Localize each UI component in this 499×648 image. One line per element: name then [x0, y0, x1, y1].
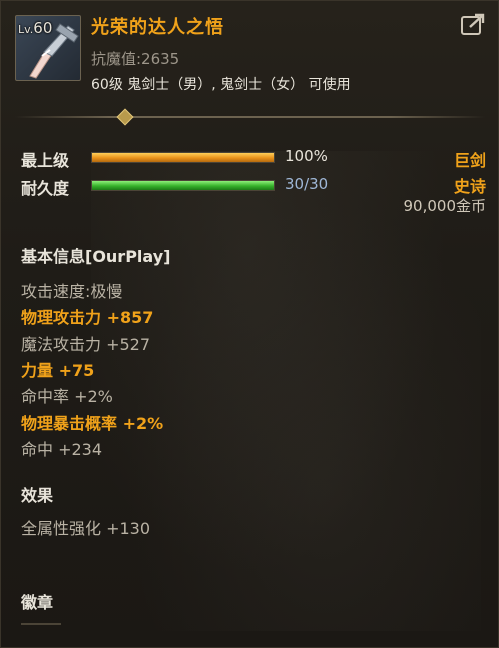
item-name: 光荣的达人之悟 [91, 17, 224, 38]
badge-divider [21, 623, 61, 625]
stat-line: 全属性强化 +130 [21, 519, 151, 538]
header-divider [15, 116, 485, 118]
stat-line: 命中 +234 [21, 439, 103, 459]
level-value: 60 [33, 19, 53, 37]
stat-line: 攻击速度:极慢 [21, 282, 123, 301]
stat-line: 物理攻击力 +857 [21, 308, 154, 328]
top-level-value: 100% [285, 147, 328, 165]
top-level-bar [91, 152, 275, 163]
durability-bar [91, 180, 275, 191]
item-tooltip: Lv.60 光荣的达人之悟 抗魔值:2635 60级 鬼剑士（男）, 鬼剑士（女… [0, 0, 499, 648]
resist-value: 抗魔值:2635 [91, 50, 180, 68]
usable-classes: 60级 鬼剑士（男）, 鬼剑士（女） 可使用 [91, 77, 351, 93]
durability-value: 30/30 [285, 175, 329, 193]
divider-ornament [116, 108, 134, 126]
stat-line: 物理暴击概率 +2% [21, 413, 164, 433]
weapon-type: 巨剑 [453, 151, 486, 170]
level-prefix: Lv. [18, 23, 34, 36]
badge-title: 徽章 [21, 593, 54, 612]
background-texture [91, 151, 481, 631]
top-level-label: 最上级 [21, 151, 70, 170]
stat-line: 魔法攻击力 +527 [21, 334, 151, 354]
stat-line: 命中率 +2% [21, 387, 113, 407]
price: 90,000金币 [403, 197, 487, 215]
rarity-tag: 史诗 [453, 177, 486, 196]
item-level: Lv.60 [18, 19, 52, 37]
basic-info-title: 基本信息[OurPlay] [21, 247, 171, 266]
effects-title: 效果 [21, 486, 54, 505]
share-icon[interactable] [460, 13, 486, 37]
durability-label: 耐久度 [21, 179, 70, 198]
top-level-bar-fill [92, 153, 274, 162]
durability-bar-fill [92, 181, 274, 190]
stat-line: 力量 +75 [21, 360, 95, 380]
